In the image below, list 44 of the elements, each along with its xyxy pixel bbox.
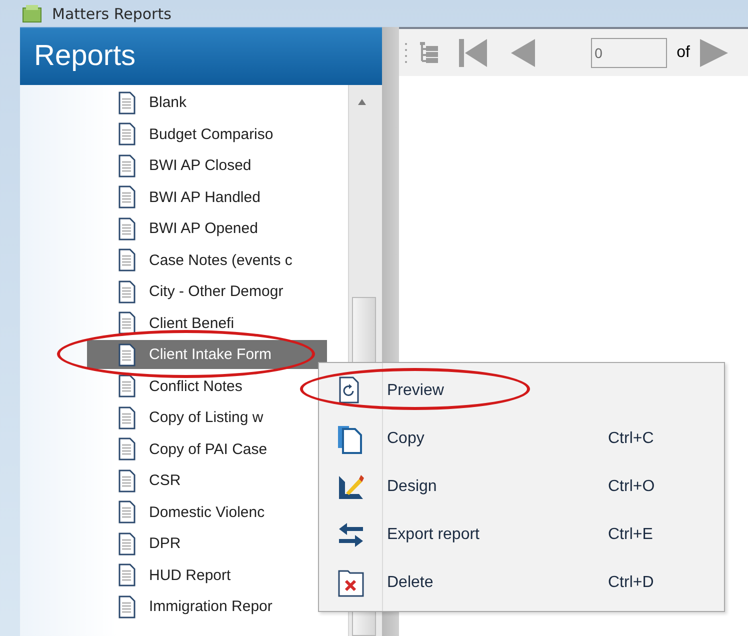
tree-view-icon[interactable] (418, 41, 439, 64)
document-icon (118, 216, 136, 241)
scroll-up-icon[interactable] (358, 99, 366, 105)
document-icon (118, 500, 136, 524)
page-count-label: of (676, 44, 690, 62)
document-icon (118, 185, 136, 210)
shortcut-label: Ctrl+E (608, 526, 654, 544)
shortcut-label: Ctrl+C (608, 430, 655, 448)
report-item[interactable]: Blank (87, 87, 327, 118)
document-icon (118, 342, 136, 366)
design-icon (337, 472, 365, 502)
document-icon (118, 468, 136, 493)
delete-icon (337, 568, 365, 598)
window-icon (22, 4, 42, 23)
shortcut-label: Ctrl+D (608, 574, 655, 592)
report-item[interactable]: Client Benefi (87, 308, 327, 339)
document-icon (118, 90, 136, 115)
document-icon (118, 122, 136, 146)
report-item[interactable]: BWI AP Handled (87, 182, 327, 213)
report-item[interactable]: Client Intake Form (87, 340, 327, 369)
panel-title: Reports (34, 40, 136, 73)
page-field[interactable]: 0 (590, 38, 667, 68)
report-item[interactable]: City - Other Demogr (87, 276, 327, 308)
document-icon (118, 248, 136, 272)
report-item[interactable]: Budget Compariso (87, 118, 327, 150)
document-icon (118, 311, 136, 336)
document-icon (118, 594, 136, 619)
report-item[interactable]: Case Notes (events c (87, 244, 327, 276)
document-icon (118, 532, 136, 556)
shortcut-label: Ctrl+O (608, 478, 656, 496)
window-title: Matters Reports (52, 4, 172, 22)
document-icon (118, 437, 136, 462)
document-icon (118, 406, 136, 430)
document-icon (118, 374, 136, 398)
report-item[interactable]: BWI AP Closed (87, 150, 327, 182)
copy-icon (337, 424, 365, 454)
first-page-icon[interactable] (458, 38, 487, 68)
document-icon (118, 154, 136, 178)
report-item[interactable]: BWI AP Opened (87, 213, 327, 244)
toolbar-grip[interactable] (404, 40, 408, 64)
export-icon (337, 520, 365, 550)
next-page-icon[interactable] (700, 38, 728, 68)
document-icon (118, 280, 136, 304)
document-icon (118, 563, 136, 588)
